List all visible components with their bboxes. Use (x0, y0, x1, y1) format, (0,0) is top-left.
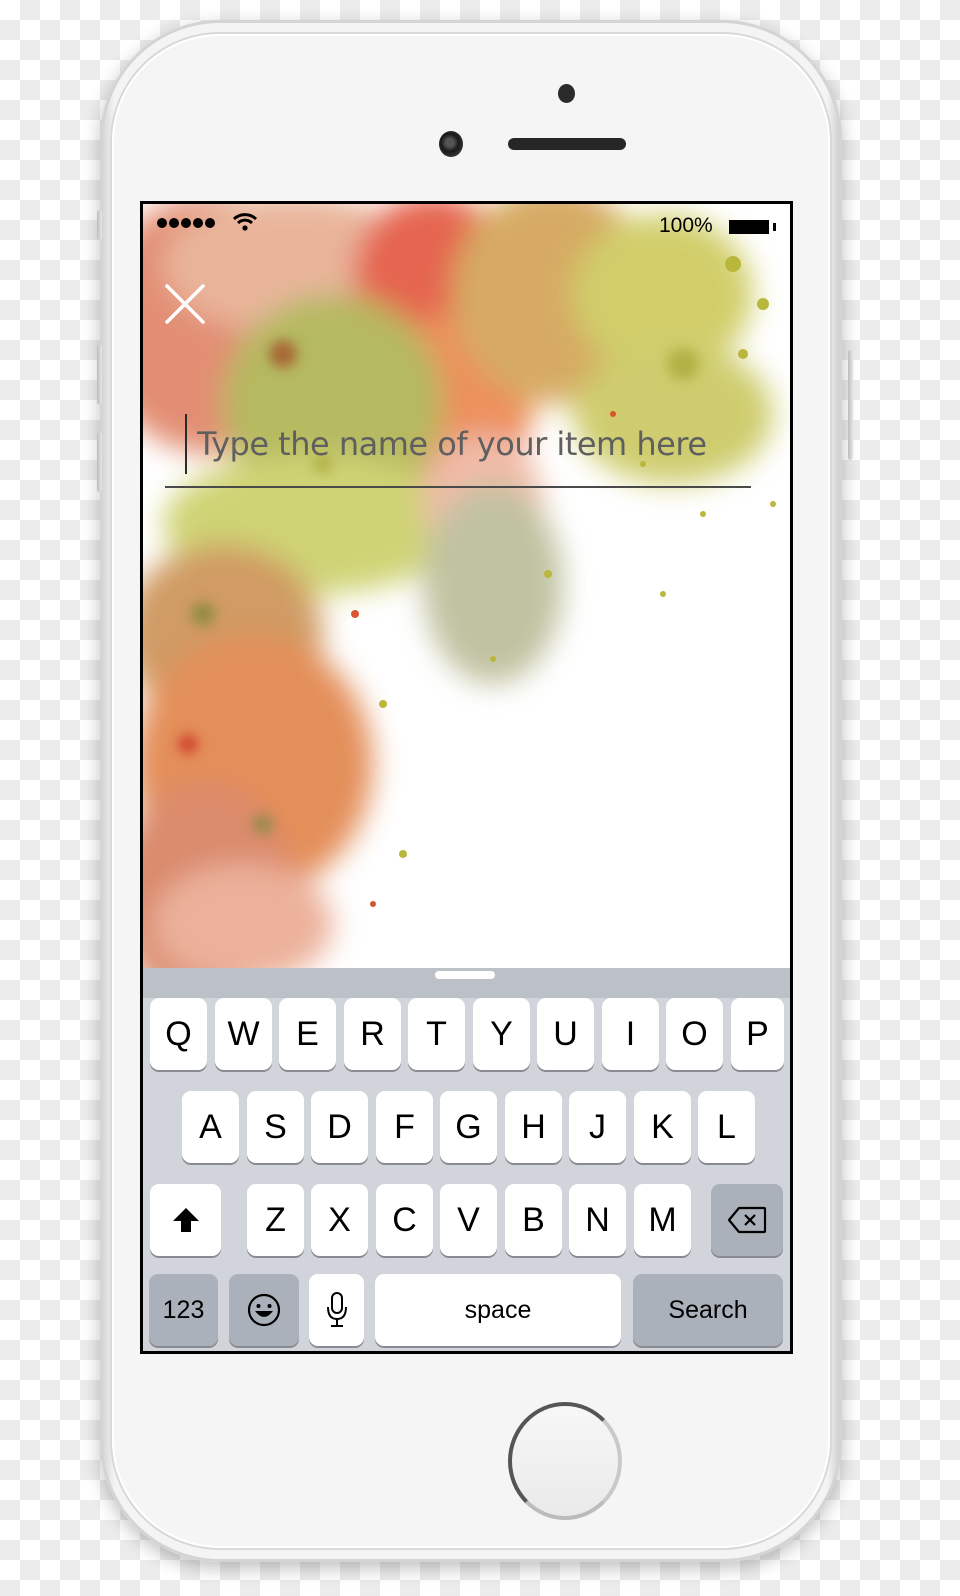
key-b[interactable]: B (505, 1184, 562, 1256)
key-y[interactable]: Y (473, 998, 530, 1070)
key-q[interactable]: Q (150, 998, 207, 1070)
app-screen: 100% Q W E R T Y U I O P A S D (140, 201, 793, 1354)
key-p[interactable]: P (731, 998, 784, 1070)
text-cursor (185, 414, 187, 474)
key-s[interactable]: S (247, 1091, 304, 1163)
shift-key[interactable] (150, 1184, 221, 1256)
key-n[interactable]: N (569, 1184, 626, 1256)
keyboard-row-4: 123 space Search (143, 1274, 790, 1346)
battery-icon (729, 220, 769, 234)
key-r[interactable]: R (344, 998, 401, 1070)
key-g[interactable]: G (440, 1091, 497, 1163)
backspace-key[interactable] (711, 1184, 783, 1256)
key-a[interactable]: A (182, 1091, 239, 1163)
key-x[interactable]: X (311, 1184, 368, 1256)
backspace-icon (727, 1206, 767, 1234)
emoji-key[interactable] (229, 1274, 299, 1346)
key-h[interactable]: H (505, 1091, 562, 1163)
key-z[interactable]: Z (247, 1184, 304, 1256)
home-button[interactable] (508, 1402, 622, 1520)
proximity-sensor (558, 84, 575, 103)
onscreen-keyboard: Q W E R T Y U I O P A S D F G H J K L Z … (143, 968, 790, 1351)
key-k[interactable]: K (634, 1091, 691, 1163)
key-u[interactable]: U (537, 998, 594, 1070)
keyboard-top-strip (143, 968, 790, 998)
space-key[interactable]: space (375, 1274, 621, 1346)
key-t[interactable]: T (408, 998, 465, 1070)
battery-tip (773, 223, 776, 231)
key-i[interactable]: I (602, 998, 659, 1070)
key-l[interactable]: L (698, 1091, 755, 1163)
shift-icon (172, 1208, 199, 1232)
key-c[interactable]: C (376, 1184, 433, 1256)
dictation-key[interactable] (309, 1274, 364, 1346)
keyboard-row-2: A S D F G H J K L (143, 1091, 790, 1163)
key-v[interactable]: V (440, 1184, 497, 1256)
keyboard-row-3: Z X C V B N M (143, 1184, 790, 1256)
keyboard-handle[interactable] (435, 971, 495, 979)
battery-percentage: 100% (659, 214, 713, 237)
item-name-input[interactable] (197, 416, 747, 472)
front-camera (439, 131, 463, 157)
search-key[interactable]: Search (633, 1274, 783, 1346)
volume-down-button (97, 432, 102, 492)
key-f[interactable]: F (376, 1091, 433, 1163)
key-d[interactable]: D (311, 1091, 368, 1163)
earpiece-speaker (508, 138, 626, 150)
item-name-field[interactable] (165, 406, 751, 490)
key-w[interactable]: W (215, 998, 272, 1070)
power-button (848, 350, 853, 460)
volume-up-button (97, 345, 102, 405)
wifi-icon (233, 213, 257, 231)
mute-switch (97, 210, 102, 240)
status-bar: 100% (143, 204, 790, 246)
key-j[interactable]: J (569, 1091, 626, 1163)
numbers-key[interactable]: 123 (149, 1274, 218, 1346)
key-m[interactable]: M (634, 1184, 691, 1256)
input-underline (165, 486, 751, 488)
key-e[interactable]: E (279, 998, 336, 1070)
microphone-icon (326, 1292, 347, 1327)
keyboard-row-1: Q W E R T Y U I O P (143, 998, 790, 1070)
close-icon[interactable] (163, 282, 207, 326)
key-o[interactable]: O (666, 998, 723, 1070)
emoji-icon (247, 1293, 281, 1327)
signal-strength-icon (157, 218, 215, 228)
